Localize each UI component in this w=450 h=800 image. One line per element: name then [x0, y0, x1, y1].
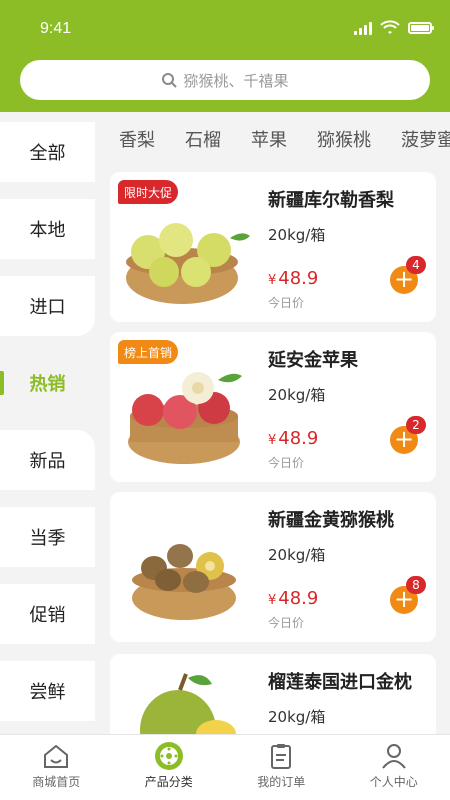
- battery-icon: [408, 22, 434, 34]
- sidebar-item-label: 尝鲜: [29, 682, 66, 703]
- status-icons: [354, 20, 434, 36]
- search-placeholder: 猕猴桃、千禧果: [183, 71, 289, 90]
- nav-label: 商城首页: [32, 775, 81, 789]
- sidebar-item-all[interactable]: 全部: [0, 122, 95, 182]
- product-card[interactable]: 新疆金黄猕猴桃 20kg/箱 ¥48.9 今日价 + 8: [110, 492, 436, 642]
- home-icon: [44, 744, 69, 768]
- bottom-nav: 商城首页 产品分类 我的订单 个人中心: [0, 734, 450, 800]
- product-spec: 20kg/箱: [268, 708, 326, 726]
- subcategory-tabs: 香梨 石榴 苹果 猕猴桃 菠萝蜜: [95, 112, 450, 164]
- price-value: 48.9: [278, 588, 319, 609]
- search-input[interactable]: 猕猴桃、千禧果: [20, 60, 430, 100]
- category-icon: [154, 742, 183, 770]
- currency-symbol: ¥: [268, 433, 277, 448]
- currency-symbol: ¥: [268, 273, 277, 288]
- sidebar-item-taste[interactable]: 尝鲜: [0, 661, 95, 721]
- wifi-icon: [380, 20, 400, 34]
- nav-home[interactable]: 商城首页: [0, 735, 113, 800]
- tab-apple[interactable]: 苹果: [251, 126, 287, 152]
- durian-icon: [140, 673, 236, 734]
- nav-label: 个人中心: [369, 775, 418, 789]
- sidebar-item-label: 本地: [29, 220, 66, 241]
- cart-count-badge: 8: [406, 576, 426, 594]
- nav-orders[interactable]: 我的订单: [225, 735, 338, 800]
- product-name: 新疆库尔勒香梨: [268, 190, 394, 211]
- tab-pear[interactable]: 香梨: [119, 126, 155, 152]
- nav-profile[interactable]: 个人中心: [338, 735, 450, 800]
- price-label: 今日价: [268, 456, 305, 470]
- sidebar-item-promo[interactable]: 促销: [0, 584, 95, 644]
- price-label: 今日价: [268, 296, 305, 310]
- user-icon: [381, 744, 406, 769]
- product-price: ¥48.9: [268, 428, 318, 449]
- tab-jackfruit[interactable]: 菠萝蜜: [401, 126, 450, 152]
- sidebar-item-label: 促销: [29, 605, 66, 626]
- kiwi-basket-icon: [132, 544, 236, 620]
- promo-badge: 限时大促: [118, 180, 179, 204]
- product-price: ¥48.9: [268, 268, 318, 289]
- signal-icon: [354, 21, 372, 35]
- sidebar-item-seasonal[interactable]: 当季: [0, 507, 95, 567]
- product-spec: 20kg/箱: [268, 386, 326, 404]
- tab-pomegranate[interactable]: 石榴: [185, 126, 221, 152]
- nav-label: 我的订单: [257, 775, 306, 789]
- product-name: 新疆金黄猕猴桃: [268, 510, 394, 531]
- sidebar-item-new[interactable]: 新品: [0, 430, 95, 490]
- sidebar-item-label: 全部: [29, 143, 66, 164]
- price-value: 48.9: [278, 428, 319, 449]
- product-spec: 20kg/箱: [268, 226, 326, 244]
- sidebar-item-label: 热销: [29, 374, 66, 395]
- sidebar-item-label: 当季: [29, 528, 66, 549]
- sidebar-item-label: 进口: [29, 297, 66, 318]
- product-card[interactable]: 榴莲泰国进口金枕 20kg/箱: [110, 654, 436, 734]
- promo-badge: 榜上首销: [118, 340, 179, 364]
- app-header: 9:41 猕猴桃、千禧果: [0, 0, 450, 112]
- cart-count-badge: 4: [406, 256, 426, 274]
- nav-label: 产品分类: [144, 775, 193, 789]
- apple-basket-icon: [128, 372, 242, 464]
- sidebar-item-local[interactable]: 本地: [0, 199, 95, 259]
- sidebar-item-hot[interactable]: 热销: [0, 353, 95, 413]
- nav-category[interactable]: 产品分类: [113, 735, 226, 800]
- category-sidebar: 全部 本地 进口 热销 新品 当季 促销 尝鲜: [0, 112, 95, 734]
- status-time: 9:41: [40, 20, 72, 37]
- tab-kiwi[interactable]: 猕猴桃: [317, 126, 371, 152]
- product-name: 延安金苹果: [268, 350, 358, 371]
- sidebar-item-imported[interactable]: 进口: [0, 276, 95, 336]
- price-value: 48.9: [278, 268, 319, 289]
- product-card[interactable]: 榜上首销 延安金苹果 20kg/箱 ¥48.9 今日价 + 2: [110, 332, 436, 482]
- currency-symbol: ¥: [268, 593, 277, 608]
- product-card[interactable]: 限时大促 新疆库尔勒香梨 20kg/箱 ¥48.9 今日价 + 4: [110, 172, 436, 322]
- price-label: 今日价: [268, 616, 305, 630]
- product-price: ¥48.9: [268, 588, 318, 609]
- search-icon: [162, 73, 178, 88]
- orders-icon: [271, 744, 292, 769]
- product-name: 榴莲泰国进口金枕: [268, 672, 412, 693]
- pear-basket-icon: [126, 223, 250, 304]
- product-spec: 20kg/箱: [268, 546, 326, 564]
- cart-count-badge: 2: [406, 416, 426, 434]
- sidebar-item-label: 新品: [29, 451, 66, 472]
